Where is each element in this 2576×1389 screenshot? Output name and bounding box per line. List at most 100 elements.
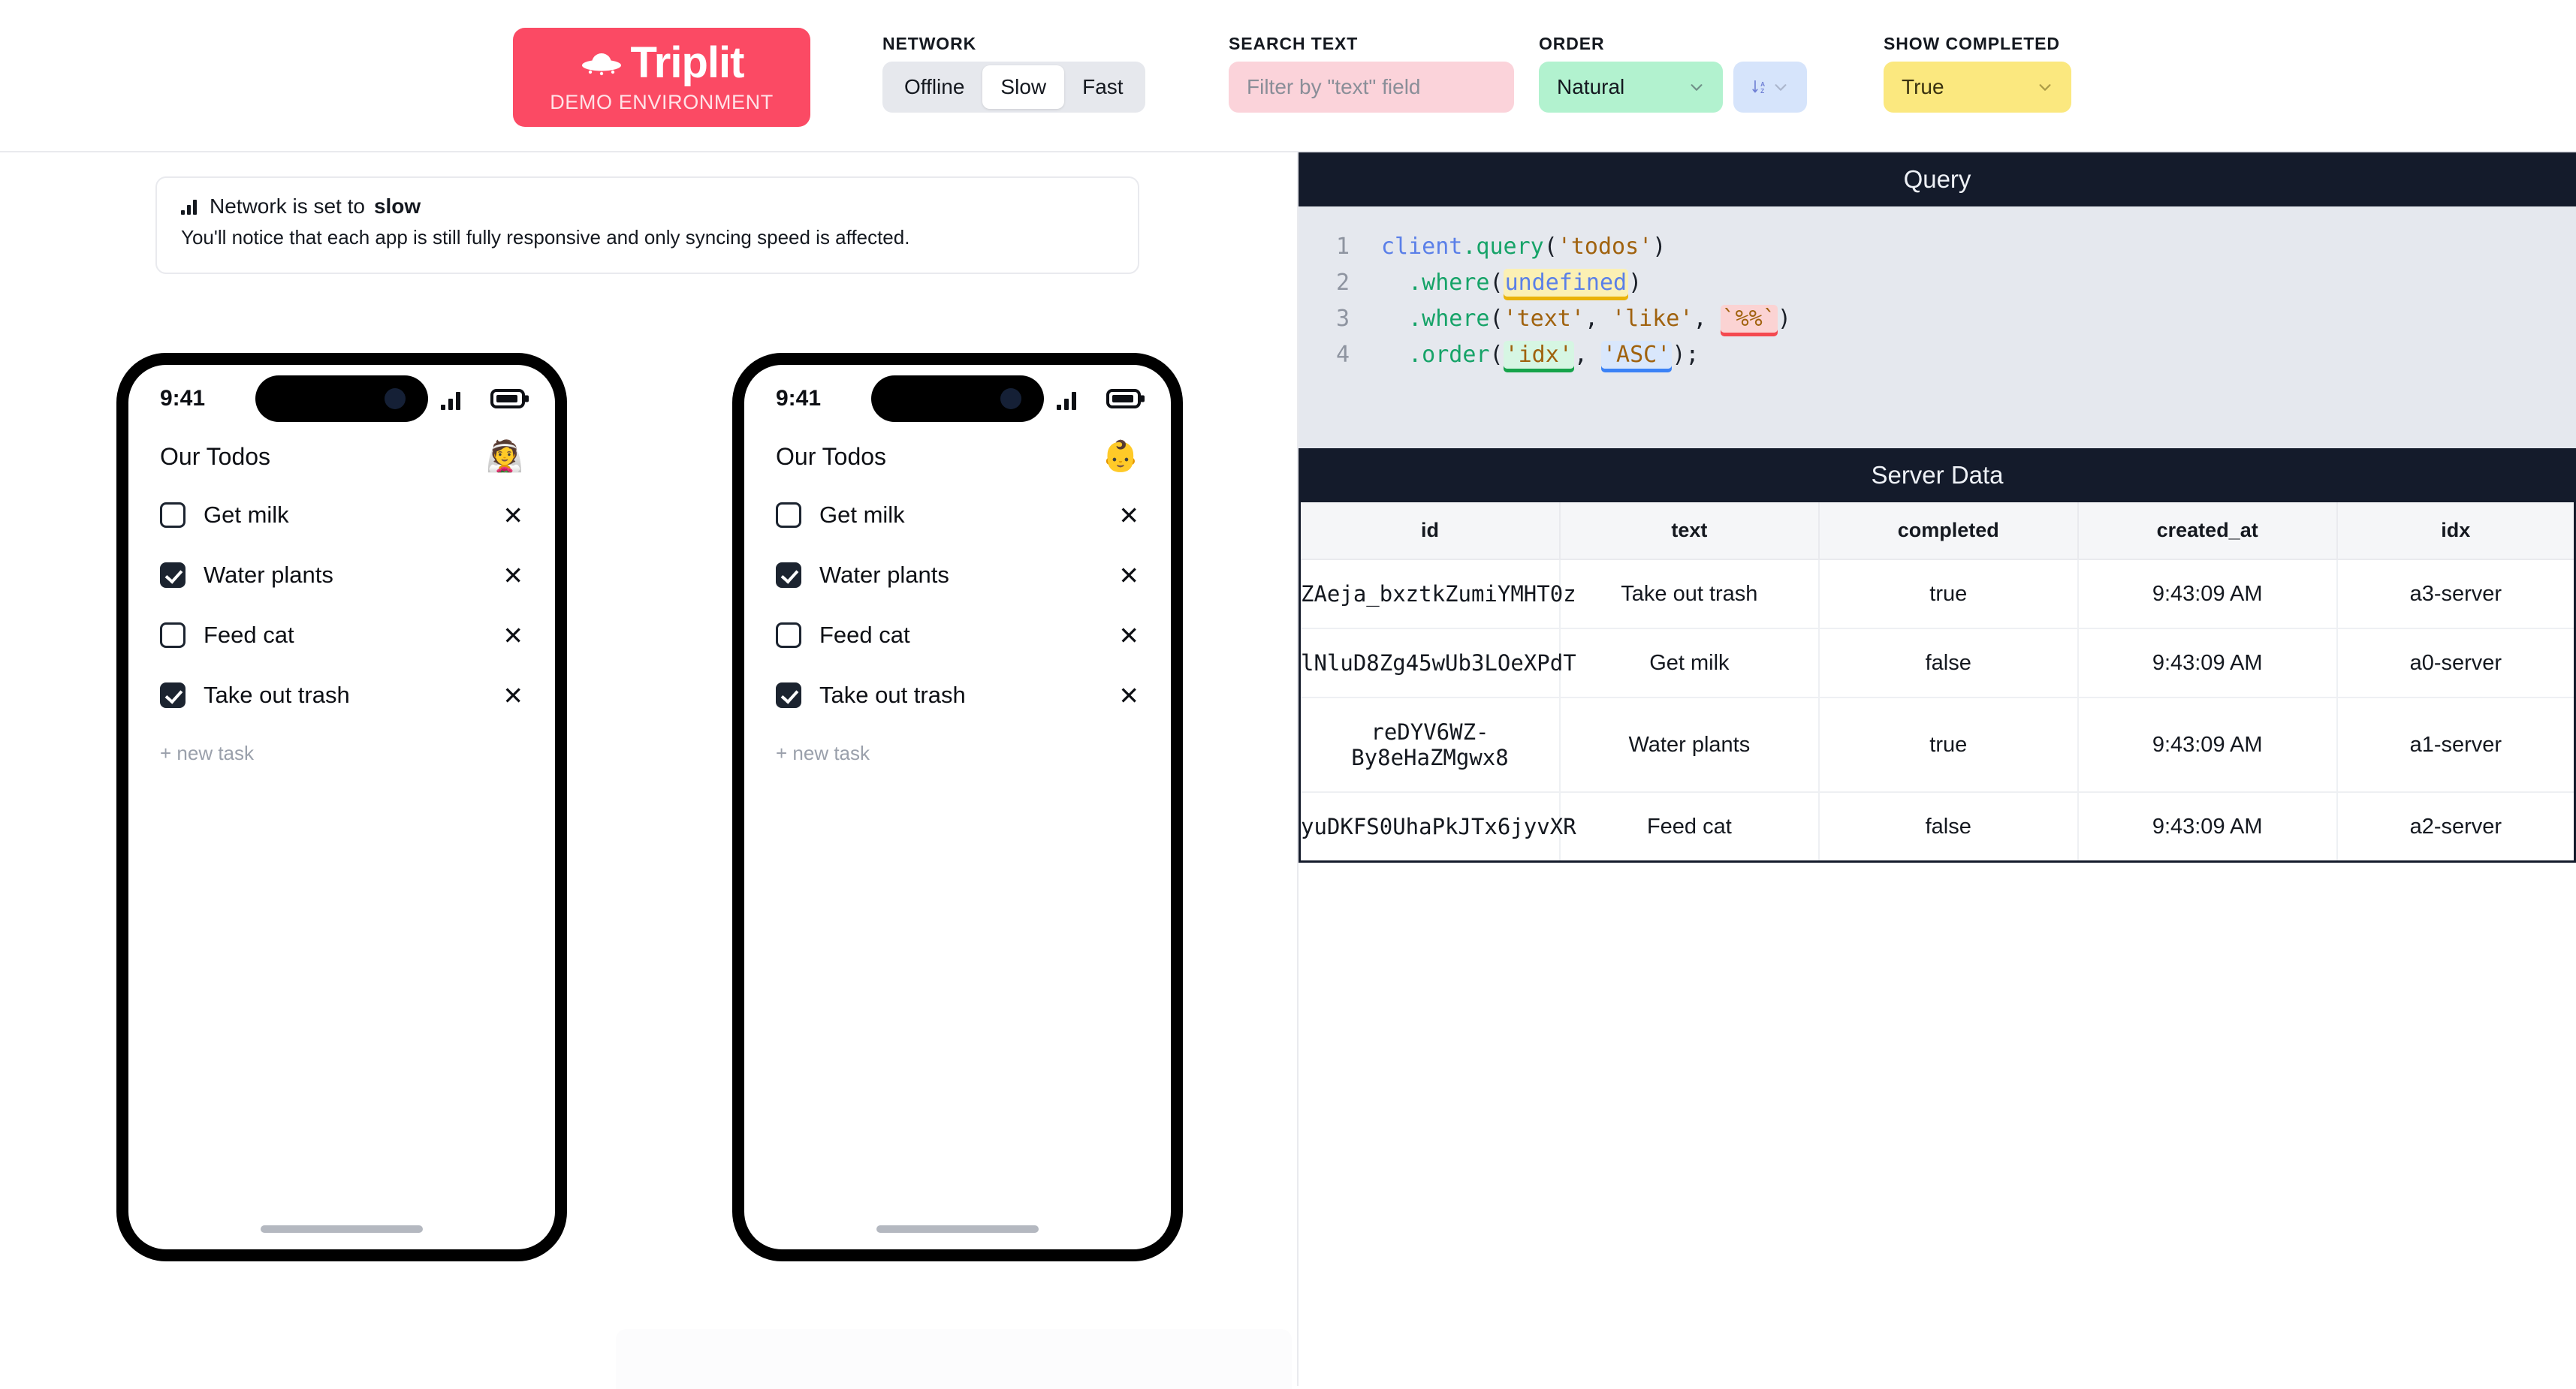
battery-icon	[1106, 389, 1141, 408]
todo-checkbox[interactable]	[160, 562, 186, 588]
code-line: 1 client.query('todos')	[1299, 229, 2576, 265]
new-task-button[interactable]: + new task	[128, 725, 555, 765]
brand-logo-card: Triplit DEMO ENVIRONMENT	[513, 28, 810, 127]
todo-checkbox[interactable]	[160, 502, 186, 528]
todo-item: Take out trash ✕	[160, 665, 523, 725]
phone-mockup-1: 9:41 Our Todos 👰 Get milk ✕ Water plants…	[116, 353, 567, 1261]
delete-todo-icon[interactable]: ✕	[1118, 623, 1139, 648]
delete-todo-icon[interactable]: ✕	[502, 563, 523, 588]
code-line-content: .where(undefined)	[1408, 269, 1642, 297]
order-direction-button[interactable]: A Z	[1733, 62, 1807, 113]
show-completed-label: SHOW COMPLETED	[1884, 34, 2060, 53]
server-data-panel-title: Server Data	[1299, 448, 2576, 502]
todo-item: Take out trash ✕	[776, 665, 1139, 725]
cell-idx: a0-server	[2336, 628, 2574, 698]
phone-status-bar: 9:41	[128, 365, 555, 437]
table-row: ZAeja_bxztkZumiYMHT0z Take out trash tru…	[1301, 559, 2574, 629]
delete-todo-icon[interactable]: ✕	[502, 683, 523, 708]
page-footer-placeholder	[616, 1329, 1292, 1389]
delete-todo-icon[interactable]: ✕	[1118, 503, 1139, 528]
signal-bars-icon	[181, 198, 201, 215]
search-input[interactable]	[1229, 62, 1514, 113]
todo-label: Water plants	[819, 562, 949, 588]
todo-label: Feed cat	[204, 622, 294, 648]
cell-created-at: 9:43:09 AM	[2077, 792, 2338, 860]
delete-todo-icon[interactable]: ✕	[1118, 683, 1139, 708]
network-label: NETWORK	[882, 34, 977, 53]
todo-list: Get milk ✕ Water plants ✕ Feed cat ✕ Tak…	[128, 472, 555, 725]
todo-label: Take out trash	[204, 682, 350, 708]
home-indicator	[261, 1225, 423, 1233]
new-task-button[interactable]: + new task	[744, 725, 1171, 765]
ufo-icon	[581, 53, 621, 75]
search-label: SEARCH TEXT	[1229, 34, 1359, 53]
cell-completed: false	[1818, 792, 2079, 860]
order-select[interactable]: Natural	[1539, 62, 1723, 113]
chevron-down-icon	[2039, 84, 2051, 91]
brand-subtitle: DEMO ENVIRONMENT	[550, 90, 774, 113]
cell-completed: true	[1818, 698, 2079, 793]
code-line-content: client.query('todos')	[1381, 234, 1667, 260]
network-segmented-control[interactable]: Offline Slow Fast	[882, 62, 1145, 113]
code-line: 3 .where('text', 'like', `%%`)	[1299, 301, 2576, 337]
line-number: 3	[1335, 306, 1350, 332]
todo-label: Take out trash	[819, 682, 966, 708]
code-line: 4 .order('idx', 'ASC');	[1299, 337, 2576, 373]
table-row: lNluD8Zg45wUb3LOeXPdT Get milk false 9:4…	[1301, 628, 2574, 698]
show-completed-select[interactable]: True	[1884, 62, 2071, 113]
todo-item: Water plants ✕	[776, 545, 1139, 605]
delete-todo-icon[interactable]: ✕	[1118, 563, 1139, 588]
network-control: NETWORK Offline Slow Fast	[882, 34, 1145, 113]
token-order-fn: .order	[1408, 342, 1490, 368]
avatar[interactable]: 👰	[486, 441, 523, 472]
network-option-offline[interactable]: Offline	[886, 65, 982, 109]
column-header-id[interactable]: id	[1301, 502, 1561, 560]
table-header-row: id text completed created_at idx	[1301, 502, 2574, 560]
status-time: 9:41	[776, 386, 822, 411]
todo-item: Get milk ✕	[776, 485, 1139, 545]
table-row: yuDKFS0UhaPkJTx6jyvXR Feed cat false 9:4…	[1301, 792, 2574, 860]
code-line-content: .where('text', 'like', `%%`)	[1408, 305, 1791, 333]
column-header-idx[interactable]: idx	[2336, 502, 2574, 560]
order-label: ORDER	[1539, 34, 1605, 53]
todo-checkbox[interactable]	[160, 682, 186, 708]
chevron-down-icon	[1775, 84, 1787, 91]
code-line-content: .order('idx', 'ASC');	[1408, 341, 1700, 369]
app-title: Our Todos	[776, 442, 887, 470]
todo-item: Get milk ✕	[160, 485, 523, 545]
column-header-completed[interactable]: completed	[1818, 502, 2079, 560]
network-option-fast[interactable]: Fast	[1064, 65, 1141, 109]
battery-icon	[490, 389, 525, 408]
column-header-text[interactable]: text	[1559, 502, 1820, 560]
cell-created-at: 9:43:09 AM	[2077, 628, 2338, 698]
app-header: Our Todos 👰	[128, 437, 555, 472]
token-undefined: undefined	[1503, 269, 1629, 297]
cell-text: Water plants	[1559, 698, 1820, 793]
todo-checkbox[interactable]	[776, 562, 801, 588]
todo-item: Feed cat ✕	[160, 605, 523, 665]
cell-idx: a1-server	[2336, 698, 2574, 793]
cell-id: reDYV6WZ-By8eHaZMgwx8	[1301, 698, 1561, 793]
delete-todo-icon[interactable]: ✕	[502, 503, 523, 528]
app-title: Our Todos	[160, 442, 271, 470]
network-option-slow[interactable]: Slow	[982, 65, 1065, 109]
todo-checkbox[interactable]	[160, 622, 186, 648]
cell-created-at: 9:43:09 AM	[2077, 559, 2338, 629]
status-time: 9:41	[160, 386, 206, 411]
delete-todo-icon[interactable]: ✕	[502, 623, 523, 648]
todo-label: Get milk	[819, 502, 905, 528]
todo-checkbox[interactable]	[776, 682, 801, 708]
brand-name: Triplit	[630, 38, 745, 87]
todo-checkbox[interactable]	[776, 622, 801, 648]
todo-label: Feed cat	[819, 622, 910, 648]
sort-alpha-down-icon: A Z	[1752, 80, 1765, 95]
column-header-created-at[interactable]: created_at	[2077, 502, 2338, 560]
app-header: Our Todos 👶	[744, 437, 1171, 472]
server-data-table-wrap: id text completed created_at idx ZAeja_b…	[1299, 502, 2576, 863]
cell-completed: false	[1818, 628, 2079, 698]
phone-status-bar: 9:41	[744, 365, 1171, 437]
cell-id: lNluD8Zg45wUb3LOeXPdT	[1301, 628, 1576, 698]
avatar[interactable]: 👶	[1102, 441, 1139, 472]
phone-mockup-2: 9:41 Our Todos 👶 Get milk ✕ Water plants…	[732, 353, 1183, 1261]
todo-checkbox[interactable]	[776, 502, 801, 528]
